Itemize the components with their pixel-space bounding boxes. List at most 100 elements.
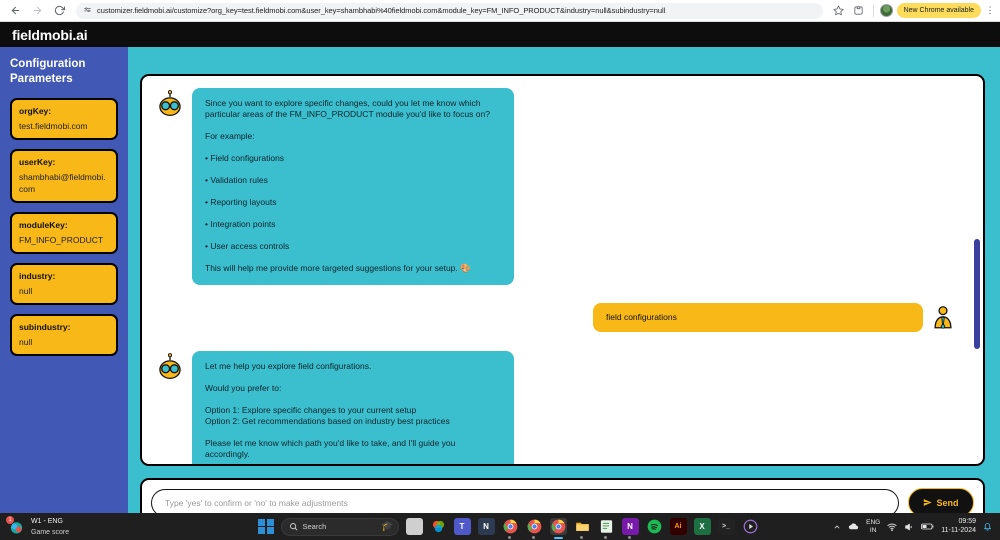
config-card-modulekey: moduleKey: FM_INFO_PRODUCT: [10, 212, 118, 254]
language-line1: ENG: [866, 519, 881, 526]
chat-message-bot: Let me help you explore field configurat…: [156, 351, 957, 464]
bot-line: • Validation rules: [205, 175, 268, 185]
chat-scrollbar[interactable]: [974, 79, 980, 461]
kebab-menu-icon[interactable]: ⋮: [985, 6, 995, 15]
message-input-placeholder: Type 'yes' to confirm or 'no' to make ad…: [165, 497, 348, 508]
bot-line: • Integration points: [205, 219, 276, 229]
excel-icon[interactable]: X: [693, 518, 711, 535]
bot-line: Would you prefer to:: [205, 383, 282, 393]
language-indicator[interactable]: ENG IN: [866, 519, 880, 534]
chat-panel: Since you want to explore specific chang…: [140, 74, 985, 466]
site-settings-icon[interactable]: [83, 6, 92, 15]
search-icon: [289, 523, 297, 531]
profile-avatar[interactable]: [879, 4, 893, 17]
chrome-icon-1[interactable]: [502, 518, 519, 539]
config-card-industry: industry: null: [10, 263, 118, 305]
taskbar-search[interactable]: Search 🎓: [280, 517, 399, 536]
toolbar-divider: [872, 4, 874, 17]
system-tray: ENG IN 09:59 11-11-2024: [833, 518, 1000, 535]
wifi-icon[interactable]: [887, 522, 897, 532]
windows-taskbar: 1 W1 - ENG Game score Search 🎓 T N N Ai …: [0, 513, 1000, 540]
paper-plane-icon: [924, 499, 933, 506]
reload-icon[interactable]: [50, 2, 68, 20]
config-value: FM_INFO_PRODUCT: [19, 235, 104, 245]
bot-bubble: Since you want to explore specific chang…: [192, 88, 514, 285]
bot-line: • User access controls: [205, 241, 290, 251]
sidebar-title: Configuration Parameters: [10, 58, 86, 85]
terminal-icon[interactable]: >_: [717, 518, 735, 535]
file-explorer-icon[interactable]: [574, 518, 591, 539]
robot-avatar: [156, 353, 184, 381]
chrome-icon-2[interactable]: [526, 518, 543, 539]
graduation-cap-icon: 🎓: [381, 520, 394, 532]
chat-message-list: Since you want to explore specific chang…: [142, 76, 983, 464]
bot-bubble: Let me help you explore field configurat…: [192, 351, 514, 464]
copilot-icon[interactable]: [430, 518, 447, 535]
bot-line: Since you want to explore specific chang…: [205, 98, 490, 119]
chat-message-user: field configurations: [156, 303, 957, 333]
microsoft-teams-icon[interactable]: T: [453, 518, 471, 535]
clock-time: 09:59: [958, 518, 976, 525]
config-key: industry:: [19, 271, 56, 281]
clock[interactable]: 09:59 11-11-2024: [941, 518, 976, 535]
battery-icon[interactable]: [921, 522, 934, 531]
chevron-up-icon[interactable]: [833, 523, 841, 531]
config-key: subindustry:: [19, 322, 71, 332]
bot-line: For example:: [205, 131, 255, 141]
widget-title: W1 - ENG: [31, 517, 63, 525]
spotify-icon[interactable]: [646, 518, 663, 535]
illustrator-icon[interactable]: Ai: [669, 518, 687, 535]
chat-message-bot: Since you want to explore specific chang…: [156, 88, 957, 285]
config-card-orgkey: orgKey: test.fieldmobi.com: [10, 98, 118, 140]
forward-arrow-icon[interactable]: [28, 2, 46, 20]
windows-start-icon[interactable]: [258, 518, 274, 535]
config-key: moduleKey:: [19, 220, 68, 230]
speaker-icon[interactable]: [904, 522, 914, 532]
task-view-icon[interactable]: [405, 518, 423, 535]
chrome-icon-3[interactable]: [549, 518, 567, 539]
bot-line: Option 2: Get recommendations based on i…: [205, 416, 450, 426]
back-arrow-icon[interactable]: [6, 2, 24, 20]
widget-subtitle: Game score: [31, 528, 70, 536]
widget-badge-icon: 1: [6, 516, 25, 535]
config-value: null: [19, 286, 33, 296]
config-value: null: [19, 337, 33, 347]
configuration-sidebar: Configuration Parameters orgKey: test.fi…: [0, 47, 128, 513]
browser-toolbar: customizer.fieldmobi.ai/customize?org_ke…: [0, 0, 1000, 22]
bot-line: • Field configurations: [205, 153, 285, 163]
onenote-icon[interactable]: N: [621, 518, 639, 539]
chrome-update-button[interactable]: New Chrome available: [896, 3, 981, 18]
bell-icon[interactable]: [983, 522, 992, 531]
robot-avatar: [156, 90, 184, 118]
config-key: orgKey:: [19, 106, 52, 116]
bot-line: Option 1: Explore specific changes to yo…: [205, 405, 417, 415]
search-placeholder: Search: [302, 522, 327, 531]
taskbar-apps: Search 🎓 T N N Ai X >_: [258, 517, 759, 539]
bot-line: • Reporting layouts: [205, 197, 277, 207]
config-value: test.fieldmobi.com: [19, 121, 88, 131]
bot-line: Let me help you explore field configurat…: [205, 361, 372, 371]
brand-logo: fieldmobi.ai: [12, 26, 88, 43]
config-card-userkey: userKey: shambhabi@fieldmobi.com: [10, 149, 118, 203]
notion-icon[interactable]: N: [477, 518, 495, 535]
address-bar[interactable]: customizer.fieldmobi.ai/customize?org_ke…: [76, 2, 823, 19]
bot-line: This will help me provide more targeted …: [205, 263, 471, 273]
notepad-icon[interactable]: [598, 518, 615, 539]
app-header: fieldmobi.ai: [0, 22, 1000, 47]
config-key: userKey:: [19, 157, 56, 167]
bot-line: Please let me know which path you'd like…: [205, 438, 456, 459]
user-avatar: [929, 305, 957, 333]
taskbar-left-widget[interactable]: 1 W1 - ENG Game score: [0, 516, 258, 537]
url-text: customizer.fieldmobi.ai/customize?org_ke…: [97, 5, 666, 15]
send-button-label: Send: [936, 497, 959, 508]
extensions-icon[interactable]: [851, 3, 867, 19]
language-line2: IN: [869, 526, 877, 534]
web-app: fieldmobi.ai Configuration Parameters or…: [0, 22, 1000, 527]
config-card-subindustry: subindustry: null: [10, 314, 118, 356]
star-icon[interactable]: [831, 3, 847, 19]
chat-scrollbar-thumb[interactable]: [974, 239, 980, 349]
clock-date: 11-11-2024: [941, 526, 976, 534]
user-bubble: field configurations: [593, 303, 923, 332]
onedrive-icon[interactable]: [848, 521, 859, 532]
media-player-icon[interactable]: [742, 518, 759, 535]
